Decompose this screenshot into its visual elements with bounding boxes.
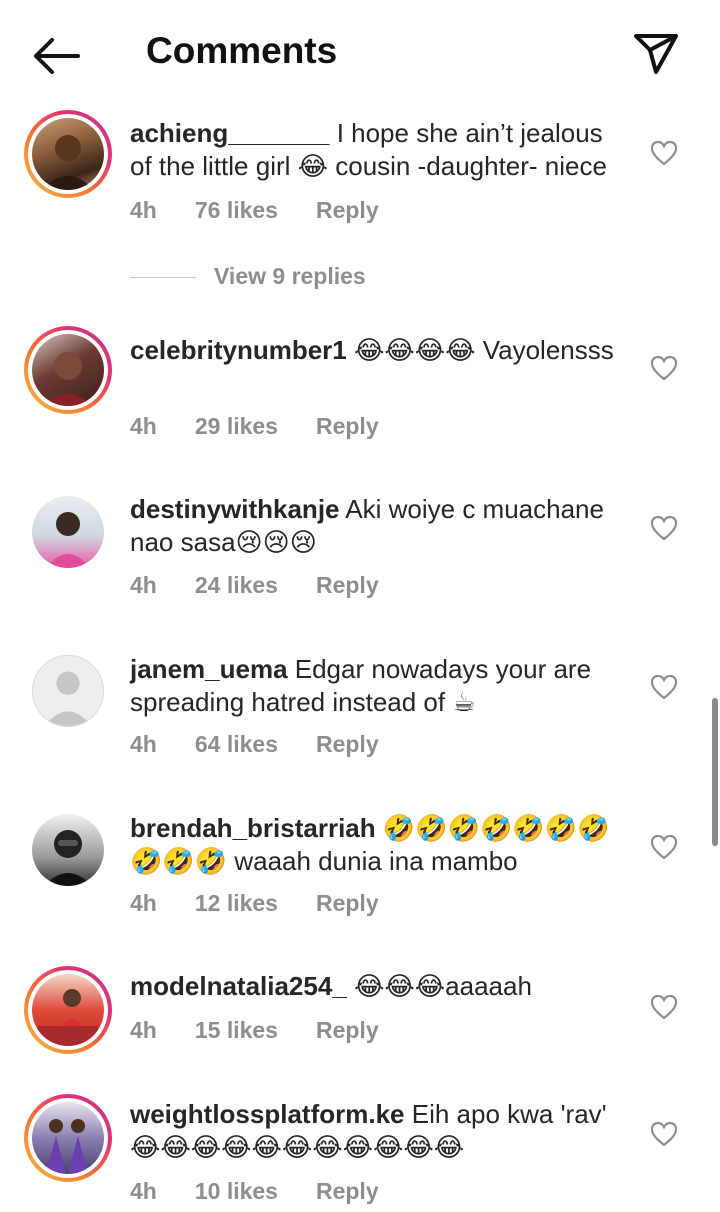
comment-likes[interactable]: 64 likes xyxy=(195,731,278,757)
reply-button[interactable]: Reply xyxy=(316,197,379,223)
comment-body: 😂😂😂😂 Vayolensss xyxy=(346,335,614,365)
avatar[interactable] xyxy=(24,326,112,414)
comment-text: achieng_______ I hope she ain’t jealous … xyxy=(130,117,630,183)
comment-username[interactable]: celebritynumber1 xyxy=(130,335,347,365)
avatar[interactable] xyxy=(24,966,112,1054)
back-arrow-icon[interactable] xyxy=(30,34,82,78)
avatar[interactable] xyxy=(24,110,112,198)
send-icon[interactable] xyxy=(630,28,682,76)
comment-username[interactable]: brendah_bristarriah xyxy=(130,813,376,843)
heart-icon[interactable] xyxy=(650,994,678,1020)
header-bar: Comments xyxy=(0,0,720,104)
comment-meta: 4h 10 likes Reply xyxy=(130,1178,417,1205)
comment-meta: 4h 76 likes Reply xyxy=(130,197,417,224)
heart-icon[interactable] xyxy=(650,140,678,166)
reply-button[interactable]: Reply xyxy=(316,1017,379,1043)
comment-likes[interactable]: 29 likes xyxy=(195,413,278,439)
comment-time: 4h xyxy=(130,731,157,757)
page-title: Comments xyxy=(146,30,338,71)
heart-icon[interactable] xyxy=(650,355,678,381)
comment-username[interactable]: destinywithkanje xyxy=(130,494,340,524)
comment-meta: 4h 64 likes Reply xyxy=(130,731,417,758)
comment-time: 4h xyxy=(130,1017,157,1043)
comment-time: 4h xyxy=(130,413,157,439)
comment-time: 4h xyxy=(130,1178,157,1204)
comment-time: 4h xyxy=(130,197,157,223)
comment-text: modelnatalia254_ 😂😂😂aaaaah xyxy=(130,970,630,1003)
reply-button[interactable]: Reply xyxy=(316,1178,379,1204)
comment-meta: 4h 29 likes Reply xyxy=(130,413,417,440)
comment-time: 4h xyxy=(130,890,157,916)
comment-text: weightlossplatform.ke Eih apo kwa 'rav' … xyxy=(130,1098,630,1164)
heart-icon[interactable] xyxy=(650,515,678,541)
replies-divider xyxy=(130,277,196,278)
comment-username[interactable]: modelnatalia254_ xyxy=(130,971,347,1001)
comment-time: 4h xyxy=(130,572,157,598)
comment-username[interactable]: achieng_______ xyxy=(130,118,329,148)
comment-text: janem_uema Edgar nowadays your are sprea… xyxy=(130,653,630,719)
reply-button[interactable]: Reply xyxy=(316,890,379,916)
comment-likes[interactable]: 76 likes xyxy=(195,197,278,223)
heart-icon[interactable] xyxy=(650,834,678,860)
comment-meta: 4h 15 likes Reply xyxy=(130,1017,417,1044)
comment-likes[interactable]: 12 likes xyxy=(195,890,278,916)
scrollbar[interactable] xyxy=(712,698,718,846)
comment-meta: 4h 12 likes Reply xyxy=(130,890,417,917)
reply-button[interactable]: Reply xyxy=(316,572,379,598)
comment-username[interactable]: weightlossplatform.ke xyxy=(130,1099,405,1129)
comment-text: celebritynumber1 😂😂😂😂 Vayolensss xyxy=(130,334,630,367)
comment-likes[interactable]: 10 likes xyxy=(195,1178,278,1204)
comment-username[interactable]: janem_uema xyxy=(130,654,288,684)
comment-text: brendah_bristarriah 🤣🤣🤣🤣🤣🤣🤣 🤣🤣🤣 waaah du… xyxy=(130,812,630,878)
avatar[interactable] xyxy=(32,655,104,727)
comment-likes[interactable]: 15 likes xyxy=(195,1017,278,1043)
reply-button[interactable]: Reply xyxy=(316,731,379,757)
comment-meta: 4h 24 likes Reply xyxy=(130,572,417,599)
avatar[interactable] xyxy=(32,814,104,886)
heart-icon[interactable] xyxy=(650,1121,678,1147)
avatar[interactable] xyxy=(24,1094,112,1182)
view-replies-label: View 9 replies xyxy=(214,263,366,289)
comment-text: destinywithkanje Aki woiye c muachane na… xyxy=(130,493,630,559)
avatar[interactable] xyxy=(32,496,104,568)
comment-body: 😂😂😂aaaaah xyxy=(346,971,532,1001)
heart-icon[interactable] xyxy=(650,674,678,700)
reply-button[interactable]: Reply xyxy=(316,413,379,439)
comment-likes[interactable]: 24 likes xyxy=(195,572,278,598)
